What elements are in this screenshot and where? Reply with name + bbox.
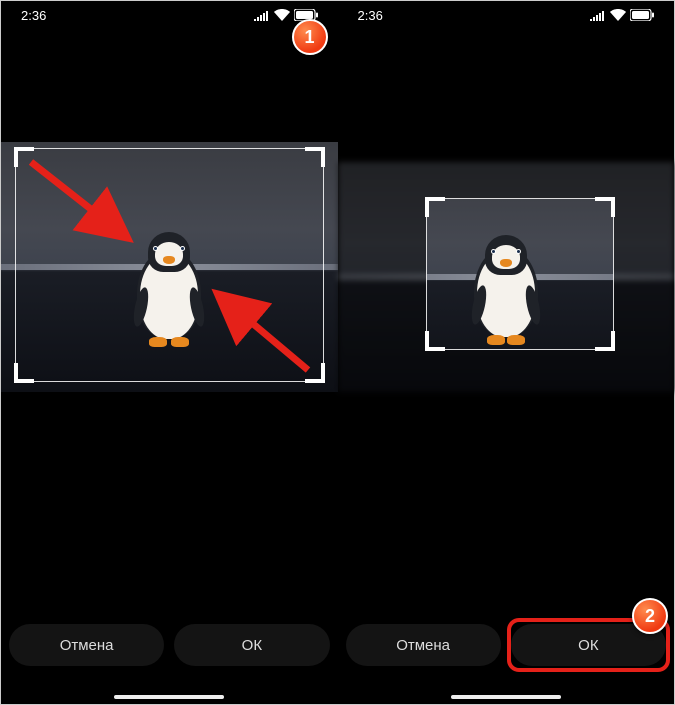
phone-screen-left: 2:36 — [1, 1, 338, 704]
crop-editor — [338, 29, 675, 624]
crop-handle-tl[interactable] — [14, 147, 34, 167]
ok-label: ОК — [578, 637, 598, 654]
phone-screen-right: 2:36 — [338, 1, 675, 704]
cancel-button[interactable]: Отмена — [9, 624, 164, 666]
status-bar: 2:36 — [338, 1, 675, 29]
bottom-toolbar: Отмена ОК 2 — [338, 624, 675, 704]
crop-handle-tr[interactable] — [595, 197, 615, 217]
crop-handle-br[interactable] — [305, 363, 325, 383]
bottom-toolbar: Отмена ОК — [1, 624, 338, 704]
crop-handle-bl[interactable] — [14, 363, 34, 383]
status-bar: 2:36 — [1, 1, 338, 29]
crop-handle-tr[interactable] — [305, 147, 325, 167]
crop-editor: 1 — [1, 29, 338, 624]
wifi-icon — [274, 9, 290, 21]
cancel-label: Отмена — [396, 637, 450, 654]
cancel-label: Отмена — [60, 637, 114, 654]
signal-icon — [590, 10, 606, 21]
status-time: 2:36 — [358, 8, 383, 23]
step-badge: 2 — [632, 598, 668, 634]
ok-button[interactable]: ОК — [174, 624, 329, 666]
crop-frame[interactable] — [426, 198, 615, 350]
ok-label: ОК — [242, 637, 262, 654]
cancel-button[interactable]: Отмена — [346, 624, 501, 666]
photo-area[interactable] — [1, 142, 338, 392]
penguin-figurine — [477, 235, 535, 345]
signal-icon — [254, 10, 270, 21]
status-icons — [590, 9, 654, 21]
status-time: 2:36 — [21, 8, 46, 23]
crop-handle-br[interactable] — [595, 331, 615, 351]
photo-area[interactable] — [338, 162, 675, 392]
wifi-icon — [610, 9, 626, 21]
crop-frame[interactable] — [15, 148, 324, 382]
home-indicator[interactable] — [114, 695, 224, 699]
battery-icon — [630, 9, 654, 21]
crop-handle-bl[interactable] — [425, 331, 445, 351]
step-badge: 1 — [292, 19, 328, 55]
crop-handle-tl[interactable] — [425, 197, 445, 217]
home-indicator[interactable] — [451, 695, 561, 699]
